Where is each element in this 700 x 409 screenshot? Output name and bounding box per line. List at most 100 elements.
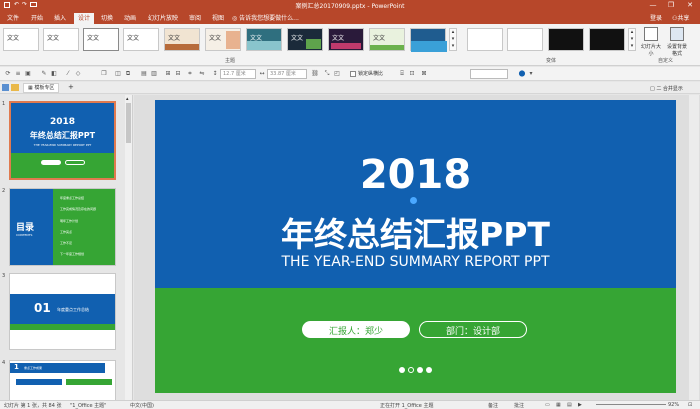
theme-ocean-icon[interactable] [410,28,447,52]
pager-dot [426,367,432,373]
theme-5[interactable]: 文文 [164,28,200,51]
fit-slide-icon[interactable]: ⊡ [688,402,692,408]
slideshow-view-icon[interactable]: ▶ [578,402,582,408]
copy-icon[interactable]: ❐ [100,70,108,78]
thumb2-item: 工作不足 [60,241,73,245]
doc-tab-templates[interactable]: ▦ 模板专区 [23,83,60,93]
scroll-thumb[interactable] [126,103,131,143]
line-icon[interactable]: ⁄ [64,70,72,78]
variant-2[interactable] [507,28,543,51]
sorter-view-icon[interactable]: ▦ [556,402,561,408]
style-dropdown[interactable] [470,69,508,79]
status-bar: 幻灯片 第 1 张，共 84 张 "1_Office 主题" 中文(中国) 正在… [0,400,700,409]
minimize-button[interactable]: — [646,0,660,10]
tab-slideshow[interactable]: 幻灯片放映 [144,13,182,24]
thumb-title: 年终总结汇报PPT [29,131,96,140]
slide-number: 4 [2,360,6,366]
restore-button[interactable]: ❐ [664,0,678,10]
theme-6[interactable]: 文文 [205,28,241,51]
thumbnail-scrollbar[interactable]: ▴ [125,95,132,400]
zoom-slider[interactable] [596,404,666,405]
tab-view[interactable]: 视图 [209,13,227,24]
theme-7[interactable]: 文文 [246,28,282,51]
fill-icon[interactable]: ◧ [50,70,58,78]
tab-file[interactable]: 文件 [4,13,22,24]
slide-title[interactable]: 年终总结汇报PPT [155,208,676,256]
add-tab-button[interactable]: + [68,83,74,91]
save-file-icon[interactable] [2,84,9,91]
folder-icon[interactable] [11,84,19,91]
variant-4[interactable] [589,28,625,51]
resize-tool-icon[interactable]: ⊡ [408,70,416,78]
tell-me-search[interactable]: ◎ 告诉我您想要做什么... [232,13,299,22]
merge-display-toggle[interactable]: □ 二 合并显示 [650,85,683,92]
tab-design[interactable]: 设计 [74,13,94,24]
variant-scroll-arrows[interactable]: ▴ ▾ ▾ [628,28,636,51]
color-dropdown-icon[interactable]: ▾ [527,70,535,78]
align-tool-icon[interactable]: ⊠ [420,70,428,78]
slide-thumbnail-3[interactable]: 01 年度重点工作总结 [9,273,116,350]
signin-link[interactable]: 登录 [650,13,662,22]
theme-3[interactable]: 文文 [83,28,119,51]
rotate-icon[interactable]: ⟳ [4,70,12,78]
thumb2-item: 下一年度工作规划 [60,252,85,256]
arrange-icon[interactable]: ⧉ [124,70,132,78]
comments-button[interactable]: 批注 [514,402,524,409]
crop-icon[interactable]: ⌗ [186,70,194,78]
picture-icon[interactable]: ▣ [24,70,32,78]
thumb3-number: 01 [34,301,51,315]
pen-icon[interactable]: ✎ [40,70,48,78]
color-picker-icon[interactable]: ⬤ [518,70,526,78]
ungroup-icon[interactable]: ◰ [333,70,341,78]
theme-scroll-arrows[interactable]: ▴ ▾ ▾ [449,28,457,51]
height-input[interactable]: 12.7 厘米 [220,69,256,79]
format-background-button[interactable]: 设置背景格式 [665,27,689,57]
distribute-icon[interactable]: ⊞ [164,70,172,78]
tab-home[interactable]: 开始 [28,13,46,24]
slide-thumbnail-4[interactable]: 1 重点工作成果 [9,360,116,400]
slide-year[interactable]: 2018 [155,152,676,198]
notes-button[interactable]: 备注 [488,402,498,409]
slide-thumbnail-2[interactable]: 目录 CONTENTS 年度重点工作总结 工作完成情况及存在的问题 明年工作计划… [9,188,116,266]
slide-subtitle[interactable]: THE YEAR-END SUMMARY REPORT PPT [155,254,676,270]
variant-3[interactable] [548,28,584,51]
crop-tool-icon[interactable]: ⌸ [398,70,406,78]
theme-label: 文文 [7,35,20,42]
align-icon[interactable]: ≡ [14,70,22,78]
width-input[interactable]: 33.87 厘米 [267,69,307,79]
canvas-scrollbar[interactable] [689,95,699,400]
effects-icon[interactable]: ◇ [74,70,82,78]
language-status[interactable]: 中文(中国) [130,402,154,409]
bring-front-icon[interactable]: ▤ [140,70,148,78]
theme-10[interactable]: 文文 [369,28,405,51]
theme-office[interactable]: 文文 [3,28,39,51]
tab-insert[interactable]: 插入 [51,13,69,24]
variant-1[interactable] [467,28,503,51]
slide-size-button[interactable]: 幻灯片大小 [639,27,663,57]
lock-aspect-checkbox[interactable] [350,71,356,77]
theme-8[interactable]: 文文 [287,28,323,51]
tab-transitions[interactable]: 切换 [98,13,116,24]
theme-9[interactable]: 文文 [328,28,364,51]
scroll-up-icon[interactable]: ▴ [126,96,129,102]
link-icon[interactable]: ⛓ [311,70,319,78]
send-back-icon[interactable]: ▥ [150,70,158,78]
theme-4[interactable]: 文文 [123,28,159,51]
tell-me-text: 告诉我您想要做什么... [239,15,299,22]
tab-review[interactable]: 审阅 [186,13,204,24]
slide-thumbnail-1[interactable]: 2018 年终总结汇报PPT THE YEAR-END SUMMARY REPO… [9,101,116,180]
align-center-icon[interactable]: ⊟ [174,70,182,78]
reading-view-icon[interactable]: ▤ [567,402,572,408]
thumb4-bar [16,379,62,385]
resize-icon[interactable]: ⤡ [323,70,331,78]
theme-2[interactable]: 文文 [43,28,79,51]
tab-animations[interactable]: 动画 [121,13,139,24]
slide-1[interactable]: 2018 年终总结汇报PPT THE YEAR-END SUMMARY REPO… [155,100,676,393]
flip-icon[interactable]: ⇋ [198,70,206,78]
normal-view-icon[interactable]: ▭ [545,402,550,408]
close-button[interactable]: ✕ [683,0,697,10]
group-icon[interactable]: ◫ [114,70,122,78]
zoom-level[interactable]: 92% [668,402,679,408]
share-button[interactable]: ⚇共享 [672,13,689,22]
pager-dot-active [408,367,414,373]
